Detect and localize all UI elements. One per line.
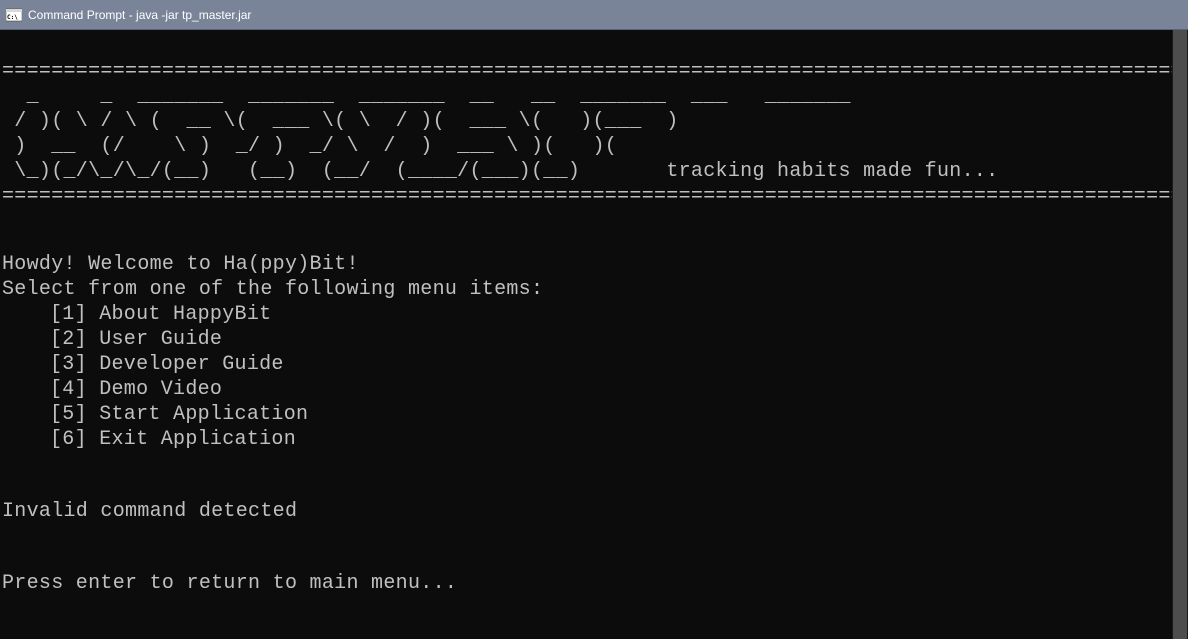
scrollbar-thumb[interactable] [1173, 30, 1187, 639]
menu-item-3: [3] Developer Guide [50, 353, 284, 376]
ascii-line-1: _ _ _______ _______ _______ __ __ ______… [2, 85, 863, 108]
greeting: Howdy! Welcome to Ha(ppy)Bit! [2, 253, 359, 276]
instruction: Select from one of the following menu it… [2, 278, 543, 301]
divider-top: ========================================… [2, 60, 1183, 83]
divider-bottom: ========================================… [2, 185, 1183, 208]
ascii-line-3: ) __ (/ \ ) _/ ) _/ \ / ) ___ \ )( )( [2, 135, 617, 158]
vertical-scrollbar[interactable] [1172, 30, 1188, 639]
terminal-output: ========================================… [0, 30, 1188, 625]
tagline: tracking habits made fun... [666, 160, 998, 183]
cmd-icon: C:\ [6, 7, 22, 23]
menu-item-1: [1] About HappyBit [50, 303, 271, 326]
ascii-line-4: \_)(_/\_/\_/(__) (__) (__/ (____/(___)(_… [2, 160, 580, 183]
menu-item-4: [4] Demo Video [50, 378, 222, 401]
window-titlebar[interactable]: C:\ Command Prompt - java -jar tp_master… [0, 0, 1188, 30]
menu-list: [1] About HappyBit [2] User Guide [3] De… [2, 302, 1186, 452]
svg-text:C:\: C:\ [7, 14, 18, 21]
welcome-block: Howdy! Welcome to Ha(ppy)Bit! Select fro… [2, 252, 1186, 452]
ascii-line-2: / )( \ / \ ( __ \( ___ \( \ / )( ___ \( … [2, 110, 679, 133]
menu-item-2: [2] User Guide [50, 328, 222, 351]
ascii-banner: ========================================… [2, 59, 1186, 209]
menu-item-6: [6] Exit Application [50, 428, 296, 451]
window-title: Command Prompt - java -jar tp_master.jar [28, 8, 251, 22]
prompt-message: Press enter to return to main menu... [2, 571, 1186, 596]
error-message: Invalid command detected [2, 499, 1186, 524]
menu-item-5: [5] Start Application [50, 403, 308, 426]
